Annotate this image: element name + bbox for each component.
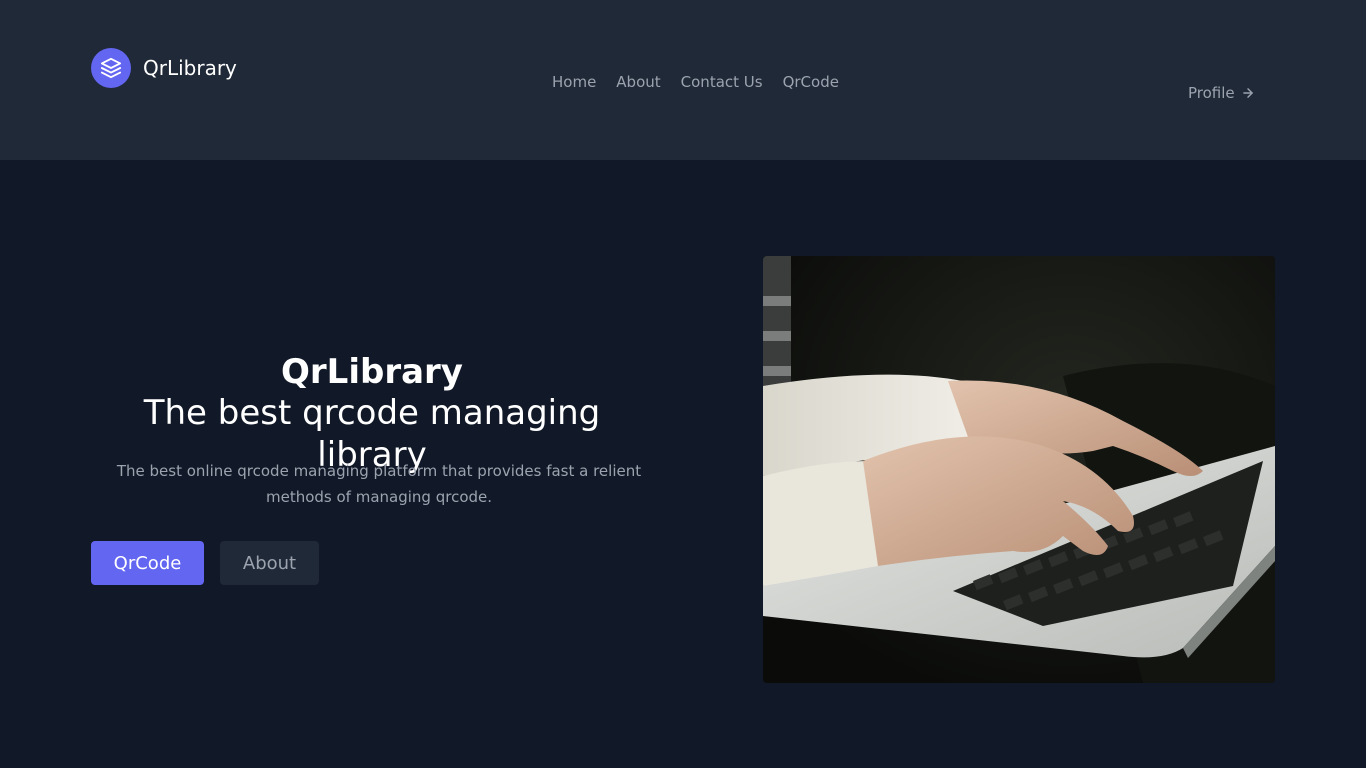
hero-title-brand: QrLibrary (281, 352, 463, 392)
nav-about-link[interactable]: About (616, 73, 660, 91)
about-button[interactable]: About (220, 541, 319, 585)
site-header: QrLibrary Home About Contact Us QrCode P… (0, 0, 1366, 160)
profile-label: Profile (1188, 84, 1235, 102)
nav-home-link[interactable]: Home (552, 73, 596, 91)
arrow-right-icon (1241, 86, 1255, 100)
nav-contact-link[interactable]: Contact Us (681, 73, 763, 91)
brand-logo-link[interactable]: QrLibrary (91, 48, 237, 88)
hero-description: The best online qrcode managing platform… (116, 462, 642, 506)
nav-qrcode-link[interactable]: QrCode (783, 73, 839, 91)
qrcode-button[interactable]: QrCode (91, 541, 204, 585)
profile-link[interactable]: Profile (1188, 82, 1255, 104)
layers-icon (91, 48, 131, 88)
hero-image (763, 256, 1275, 683)
main-nav: Home About Contact Us QrCode (552, 70, 859, 94)
brand-name: QrLibrary (143, 56, 237, 80)
